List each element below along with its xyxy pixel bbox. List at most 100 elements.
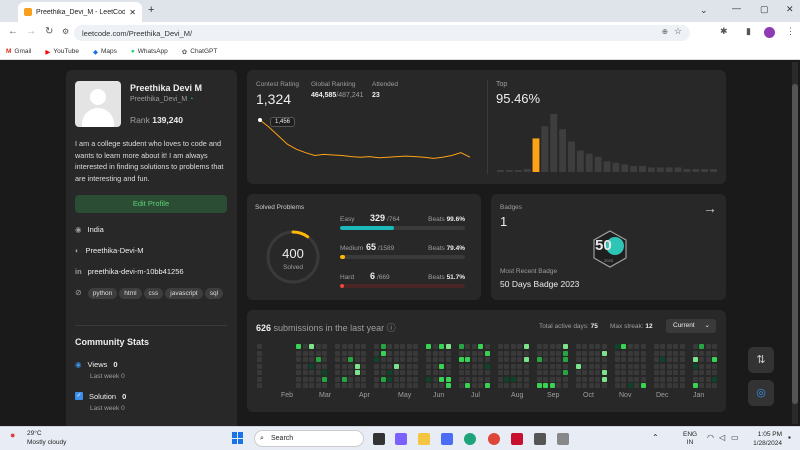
heatmap-cell[interactable] <box>497 376 503 382</box>
info-icon[interactable]: ⓘ <box>387 323 396 333</box>
heatmap-cell[interactable] <box>556 344 561 349</box>
heatmap-cell[interactable] <box>588 370 594 375</box>
heatmap-cell[interactable] <box>523 344 529 349</box>
heatmap-cell[interactable] <box>556 363 561 369</box>
heatmap-cell[interactable] <box>322 376 327 382</box>
skill-tag[interactable]: javascript <box>165 288 203 299</box>
heatmap-cell[interactable] <box>393 350 399 356</box>
volume-icon[interactable]: ◁ <box>719 433 725 442</box>
heatmap-cell[interactable] <box>484 370 490 375</box>
heatmap-cell[interactable] <box>439 363 444 369</box>
heatmap-cell[interactable] <box>523 357 529 362</box>
heatmap-cell[interactable] <box>348 376 353 382</box>
heatmap-cell[interactable] <box>471 383 477 388</box>
heatmap-cell[interactable] <box>341 370 347 375</box>
heatmap-cell[interactable] <box>322 357 327 362</box>
heatmap-cell[interactable] <box>692 350 698 356</box>
heatmap-cell[interactable] <box>478 383 483 388</box>
heatmap-cell[interactable] <box>712 363 717 369</box>
heatmap-cell[interactable] <box>582 363 587 369</box>
heatmap-cell[interactable] <box>361 383 366 388</box>
heatmap-cell[interactable] <box>257 357 262 362</box>
heatmap-cell[interactable] <box>556 383 561 388</box>
heatmap-cell[interactable] <box>673 383 678 388</box>
heatmap-cell[interactable] <box>400 376 405 382</box>
heatmap-cell[interactable] <box>504 357 509 362</box>
heatmap-cell[interactable] <box>595 357 600 362</box>
heatmap-cell[interactable] <box>595 383 600 388</box>
heatmap-cell[interactable] <box>458 350 464 356</box>
bookmark-star-icon[interactable]: ☆ <box>674 26 682 37</box>
heatmap-cell[interactable] <box>653 383 659 388</box>
heatmap-cell[interactable] <box>354 370 360 375</box>
heatmap-cell[interactable] <box>322 363 327 369</box>
heatmap-cell[interactable] <box>712 383 717 388</box>
heatmap-cell[interactable] <box>315 363 321 369</box>
heatmap-cell[interactable] <box>543 383 548 388</box>
heatmap-cell[interactable] <box>432 383 438 388</box>
heatmap-cell[interactable] <box>387 383 392 388</box>
heatmap-cell[interactable] <box>400 357 405 362</box>
heatmap-cell[interactable] <box>380 383 386 388</box>
taskview-icon[interactable] <box>373 433 385 445</box>
heatmap-cell[interactable] <box>562 344 568 349</box>
heatmap-cell[interactable] <box>673 357 678 362</box>
heatmap-cell[interactable] <box>497 350 503 356</box>
heatmap-cell[interactable] <box>393 370 399 375</box>
heatmap-cell[interactable] <box>627 357 633 362</box>
heatmap-cell[interactable] <box>634 344 639 349</box>
heatmap-cell[interactable] <box>666 363 672 369</box>
arrow-right-icon[interactable]: → <box>703 200 717 216</box>
heatmap-cell[interactable] <box>432 376 438 382</box>
heatmap-cell[interactable] <box>309 363 314 369</box>
heatmap-cell[interactable] <box>699 383 704 388</box>
heatmap-cell[interactable] <box>387 370 392 375</box>
heatmap-cell[interactable] <box>699 363 704 369</box>
heatmap-cell[interactable] <box>692 363 698 369</box>
wifi-icon[interactable]: ◠ <box>707 433 714 442</box>
heatmap-cell[interactable] <box>510 376 516 382</box>
heatmap-cell[interactable] <box>679 376 685 382</box>
heatmap-cell[interactable] <box>354 357 360 362</box>
edge-icon[interactable] <box>464 433 476 445</box>
heatmap-cell[interactable] <box>335 357 340 362</box>
rating-point[interactable] <box>258 117 262 122</box>
heatmap-cell[interactable] <box>426 383 431 388</box>
heatmap-cell[interactable] <box>341 363 347 369</box>
heatmap-cell[interactable] <box>562 376 568 382</box>
heatmap-cell[interactable] <box>335 350 340 356</box>
heatmap-cell[interactable] <box>465 376 470 382</box>
heatmap-cell[interactable] <box>387 363 392 369</box>
close-window-icon[interactable]: ✕ <box>786 4 794 15</box>
heatmap-cell[interactable] <box>361 370 366 375</box>
heatmap-cell[interactable] <box>504 370 509 375</box>
new-tab-button[interactable]: + <box>148 4 154 16</box>
heatmap-cell[interactable] <box>699 370 704 375</box>
heatmap-cell[interactable] <box>471 376 477 382</box>
heatmap-cell[interactable] <box>413 350 418 356</box>
weather-icon[interactable]: ● <box>10 430 15 440</box>
heatmap-cell[interactable] <box>549 350 555 356</box>
heatmap-cell[interactable] <box>536 363 542 369</box>
heatmap-cell[interactable] <box>653 350 659 356</box>
back-icon[interactable]: ← <box>8 26 18 37</box>
heatmap-cell[interactable] <box>497 363 503 369</box>
heatmap-cell[interactable] <box>257 370 262 375</box>
heatmap-cell[interactable] <box>575 344 581 349</box>
heatmap-cell[interactable] <box>413 370 418 375</box>
heatmap-cell[interactable] <box>406 376 412 382</box>
ranking-histogram[interactable] <box>496 114 718 174</box>
heatmap-cell[interactable] <box>588 363 594 369</box>
forward-icon[interactable]: → <box>26 26 36 37</box>
badge-image[interactable]: 50 2023 <box>591 230 629 268</box>
explorer-icon[interactable] <box>418 433 430 445</box>
heatmap-cell[interactable] <box>458 383 464 388</box>
language-indicator[interactable]: ENG IN <box>683 431 697 447</box>
chrome-icon[interactable] <box>488 433 500 445</box>
meet-icon[interactable] <box>395 433 407 445</box>
heatmap-cell[interactable] <box>588 383 594 388</box>
heatmap-cell[interactable] <box>432 363 438 369</box>
heatmap-cell[interactable] <box>504 350 509 356</box>
heatmap-cell[interactable] <box>712 357 717 362</box>
heatmap-cell[interactable] <box>400 383 405 388</box>
